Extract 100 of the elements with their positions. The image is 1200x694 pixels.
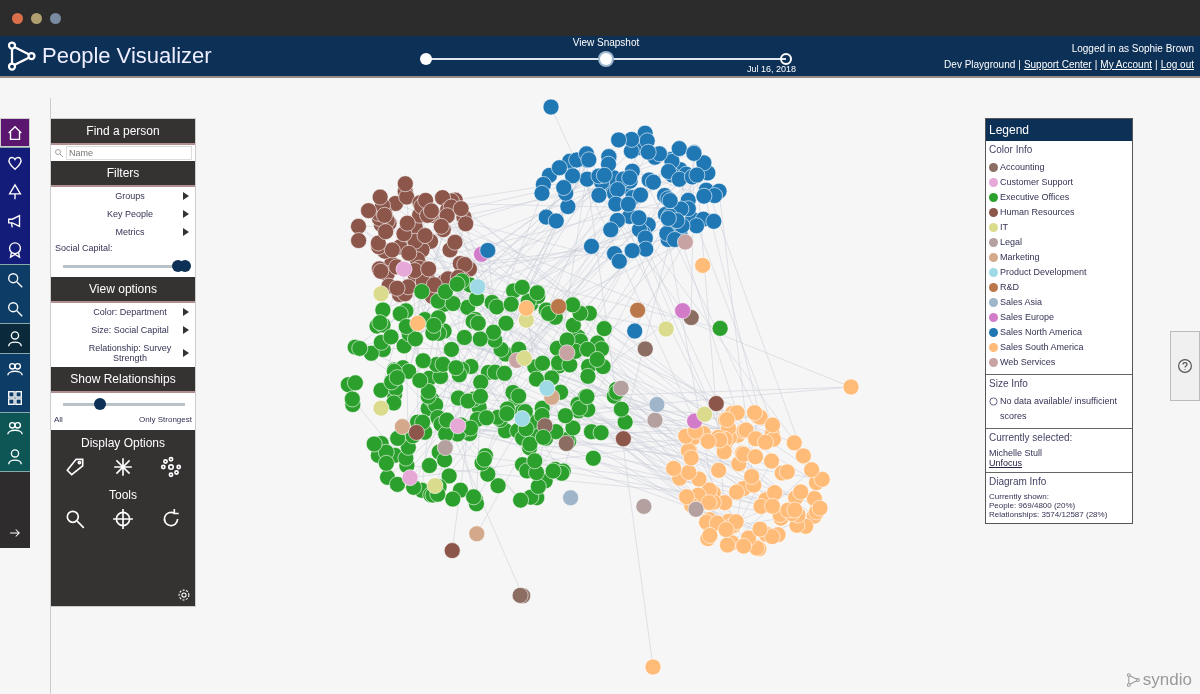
timeline-date: Jul 16, 2018 <box>746 64 796 74</box>
network-logo-icon <box>6 41 36 71</box>
logged-in-text: Logged in as Sophie Brown <box>1071 42 1194 54</box>
selected-person-name: Michelle Stull <box>989 448 1044 458</box>
burst-layout-button[interactable] <box>112 456 134 478</box>
help-icon <box>1177 357 1193 375</box>
section-header: Find a person <box>51 119 195 145</box>
search-icon <box>54 148 64 158</box>
diagram-info-text: Relationships: 3574/12587 (28%) <box>989 510 1109 519</box>
close-window-button[interactable] <box>12 12 23 24</box>
star-burst-icon <box>112 456 134 478</box>
view-option-menu-item[interactable]: Relationship: Survey Strength <box>51 339 195 367</box>
legend-label: Sales South America <box>1000 341 1084 354</box>
filter-menu-item[interactable]: Metrics <box>51 223 195 241</box>
slider-min-label: All <box>54 415 63 424</box>
maximize-window-button[interactable] <box>50 12 61 24</box>
legend-label: Human Resources <box>1000 206 1075 219</box>
sidebar-button[interactable] <box>0 294 30 323</box>
link-separator: | <box>1018 58 1021 70</box>
person-icon <box>6 447 24 466</box>
legend-label: Web Services <box>1000 356 1056 369</box>
legend-label: R&D <box>1000 281 1019 294</box>
diagram-info-text: People: 969/4800 (20%) <box>989 501 1077 510</box>
app-title: People Visualizer <box>42 43 212 69</box>
caret-icon <box>183 308 189 316</box>
search-icon <box>6 299 24 318</box>
slider-label: Social Capital: <box>54 242 114 255</box>
unfocus-link[interactable]: Unfocus <box>989 458 1023 468</box>
person-icon <box>6 329 24 348</box>
legend-section-title: Currently selected: <box>989 432 1074 443</box>
caret-icon <box>183 192 189 200</box>
header-link[interactable]: Log out <box>1160 58 1194 70</box>
caret-icon <box>183 326 189 334</box>
tag-icon <box>64 456 86 478</box>
home-icon <box>6 123 24 142</box>
legend-label: Marketing <box>1000 251 1040 264</box>
legend-section-title: Diagram Info <box>989 476 1048 487</box>
section-title: Tools <box>109 488 137 502</box>
search-icon <box>64 508 86 530</box>
gear-icon <box>177 588 191 602</box>
grid-icon <box>6 388 24 407</box>
zoom-button[interactable] <box>64 508 86 530</box>
caret-icon <box>183 210 189 218</box>
tree-icon <box>6 182 24 201</box>
legend-label: IT <box>1000 221 1008 234</box>
legend-label: Executive Offices <box>1000 191 1070 204</box>
caret-icon <box>183 349 189 357</box>
section-header: Filters <box>51 161 195 187</box>
section-title: Display Options <box>80 436 165 450</box>
legend-label: Customer Support <box>1000 176 1074 189</box>
legend-title: Legend <box>986 119 1132 141</box>
sidebar-button[interactable] <box>0 148 30 177</box>
filter-menu-item[interactable]: Key People <box>51 205 195 223</box>
header-link[interactable]: Dev Playground <box>944 58 1016 70</box>
arrow-icon <box>8 526 22 540</box>
brand-name: syndio <box>1142 670 1192 690</box>
sidebar-button[interactable] <box>0 235 30 264</box>
sidebar-button[interactable] <box>0 265 30 294</box>
link-separator: | <box>1094 58 1098 70</box>
timeline-label: View Snapshot <box>572 37 640 48</box>
section-header: View options <box>51 277 195 303</box>
header-link[interactable]: Support Center <box>1023 58 1092 70</box>
badge-icon <box>6 240 24 259</box>
circle-icon <box>989 397 998 406</box>
sidebar-button[interactable] <box>0 442 30 471</box>
slider-max-label: Only Strongest <box>139 415 192 424</box>
header-link[interactable]: My Account <box>1100 58 1152 70</box>
caret-icon <box>183 228 189 236</box>
cluster-layout-button[interactable] <box>160 456 182 478</box>
sidebar-button[interactable] <box>0 324 30 353</box>
sidebar-button[interactable] <box>0 413 30 442</box>
sidebar-button[interactable] <box>0 354 30 383</box>
slider-thumb[interactable] <box>93 398 106 410</box>
tag-button[interactable] <box>64 456 86 478</box>
timeline-point[interactable] <box>780 53 792 65</box>
legend-section-title: Size Info <box>989 378 1029 389</box>
search-field[interactable]: Name <box>66 146 192 160</box>
diagram-info-text: Currently shown: <box>989 492 1051 501</box>
sidebar-button[interactable] <box>0 118 30 147</box>
timeline-point[interactable] <box>420 53 432 65</box>
section-header: Show Relationships <box>51 367 195 393</box>
slider-thumb[interactable] <box>179 260 191 272</box>
legend-label: Product Development <box>1000 266 1087 279</box>
help-button[interactable] <box>1170 331 1200 401</box>
cluster-icon <box>160 456 182 478</box>
filter-menu-item[interactable]: Groups <box>51 187 195 205</box>
view-option-menu-item[interactable]: Size: Social Capital <box>51 321 195 339</box>
legend-label: Sales North America <box>1000 326 1083 339</box>
legend-label: Legal <box>1000 236 1023 249</box>
size-info-text: No data available/ insufficient scores <box>1000 395 1118 423</box>
sidebar-button[interactable] <box>0 383 30 412</box>
legend-label: Sales Asia <box>1000 296 1043 309</box>
view-option-menu-item[interactable]: Color: Department <box>51 303 195 321</box>
legend-label: Accounting <box>1000 161 1045 174</box>
link-separator: | <box>1155 58 1158 70</box>
network-logo-icon <box>1125 673 1140 687</box>
legend-section-title: Color Info <box>989 144 1034 155</box>
settings-button[interactable] <box>177 588 191 602</box>
minimize-window-button[interactable] <box>31 12 42 24</box>
legend-label: Sales Europe <box>1000 311 1055 324</box>
